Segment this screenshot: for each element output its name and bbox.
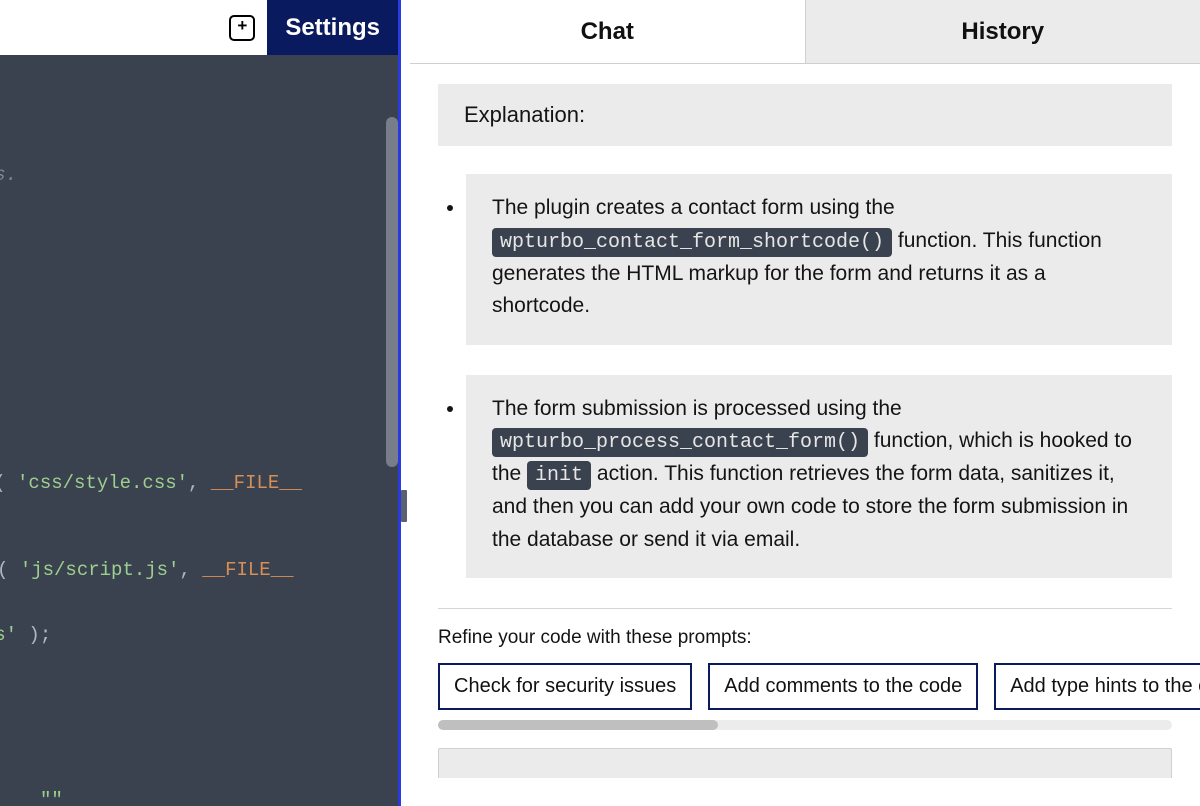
code-line: url( 'css/style.css', __FILE__ [0,468,302,498]
app-root: + Settings ress. url( 'css/style.css', _… [0,0,1200,806]
settings-button[interactable]: Settings [267,0,398,55]
prompt-comments[interactable]: Add comments to the code [708,663,978,710]
tab-history[interactable]: History [806,0,1200,63]
scrollbar-thumb[interactable] [438,720,718,730]
code-line: s_url( 'js/script.js', __FILE__ [0,555,294,585]
code-token: init [527,461,591,490]
editor-pane: + Settings ress. url( 'css/style.css', _… [0,0,398,806]
chat-input[interactable] [438,748,1172,778]
tabs: Chat History [410,0,1200,64]
code-area[interactable]: ress. url( 'css/style.css', __FILE__ s_u… [0,55,398,806]
list-item: The plugin creates a contact form using … [466,174,1172,345]
prompt-security[interactable]: Check for security issues [438,663,692,710]
editor-toolbar: + Settings [0,0,398,55]
tab-chat[interactable]: Chat [410,0,806,63]
plus-icon: + [237,18,247,37]
code-line: ress. [0,160,17,190]
explanation-list: The plugin creates a contact form using … [438,174,1172,578]
explanation-card: The form submission is processed using t… [466,375,1172,579]
code-token: wpturbo_contact_form_shortcode() [492,228,892,257]
prompt-type-hints[interactable]: Add type hints to the code [994,663,1200,710]
add-button[interactable]: + [229,15,255,41]
list-item: The form submission is processed using t… [466,375,1172,579]
text: The form submission is processed using t… [492,397,902,420]
splitter[interactable] [398,0,410,806]
splitter-handle[interactable] [401,490,407,522]
panel-body: Explanation: The plugin creates a contac… [410,64,1200,806]
prompt-row: Check for security issues Add comments t… [438,663,1172,710]
vertical-scrollbar[interactable] [386,117,398,467]
code-token: wpturbo_process_contact_form() [492,428,868,457]
explanation-header: Explanation: [438,84,1172,146]
explanation-card: The plugin creates a contact form using … [466,174,1172,345]
divider [438,608,1172,609]
text: The plugin creates a contact form using … [492,196,895,219]
side-panel: Chat History Explanation: The plugin cre… [410,0,1200,806]
code-line: "" [40,785,63,806]
horizontal-scrollbar[interactable] [438,720,1172,730]
refine-label: Refine your code with these prompts: [438,627,1172,649]
code-line: ipts' ); [0,620,51,650]
